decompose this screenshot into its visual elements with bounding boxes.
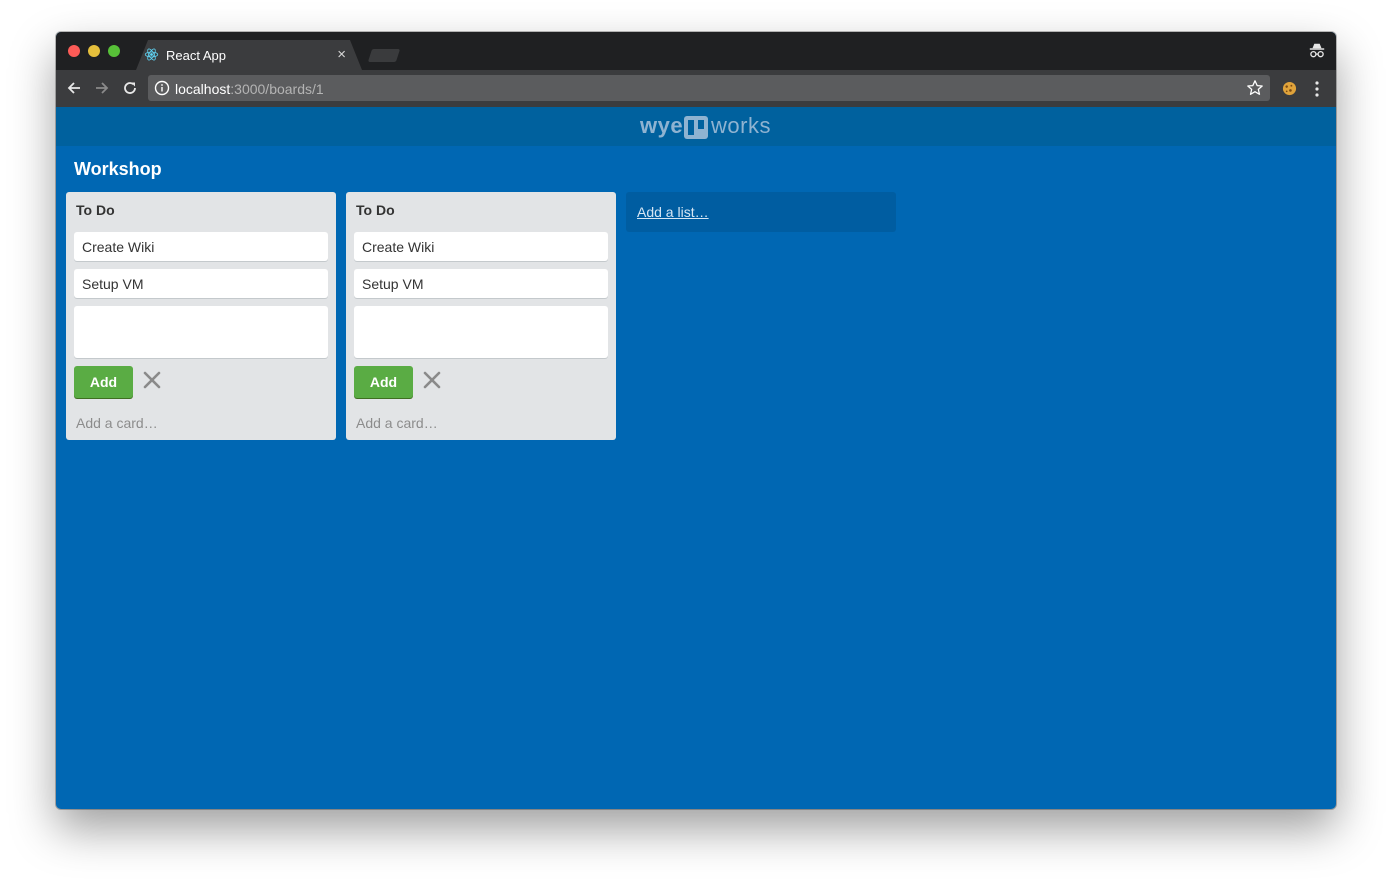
wyeworks-logo[interactable]: wye works <box>640 113 770 141</box>
menu-icon[interactable] <box>1310 80 1324 98</box>
logo-mark-icon <box>684 116 708 139</box>
browser-toolbar: localhost:3000/boards/1 <box>56 70 1336 108</box>
browser-window: React App × localhost:3000/boards/1 wye … <box>56 32 1336 809</box>
url-path: :3000/boards/1 <box>230 81 324 97</box>
app-header: wye works <box>56 107 1336 146</box>
info-icon[interactable] <box>154 80 170 96</box>
browser-tab[interactable]: React App × <box>136 40 362 70</box>
add-card-button[interactable]: Add <box>74 366 133 398</box>
add-card-link[interactable]: Add a card… <box>76 415 158 431</box>
close-icon[interactable]: × <box>337 46 346 64</box>
logo-text-right: works <box>711 113 771 138</box>
reload-icon[interactable] <box>120 78 140 98</box>
new-tab-button[interactable] <box>367 49 401 62</box>
url-host: localhost <box>175 81 231 97</box>
close-window-button[interactable] <box>68 45 80 57</box>
card[interactable]: Setup VM <box>354 269 608 298</box>
address-bar[interactable]: localhost:3000/boards/1 <box>148 75 1270 101</box>
maximize-window-button[interactable] <box>108 45 120 57</box>
minimize-window-button[interactable] <box>88 45 100 57</box>
add-card-link[interactable]: Add a card… <box>356 415 438 431</box>
new-card-textarea[interactable] <box>354 306 608 358</box>
tab-strip: React App × <box>56 32 1336 70</box>
tab-title: React App <box>166 48 226 63</box>
card[interactable]: Create Wiki <box>74 232 328 261</box>
star-icon[interactable] <box>1246 79 1264 97</box>
react-icon <box>144 47 159 62</box>
add-card-button[interactable]: Add <box>354 366 413 398</box>
list-title: To Do <box>356 202 395 218</box>
cookie-icon[interactable] <box>1282 81 1297 96</box>
list-title: To Do <box>76 202 115 218</box>
add-list-panel[interactable]: Add a list… <box>626 192 896 232</box>
card[interactable]: Create Wiki <box>354 232 608 261</box>
back-arrow-icon[interactable] <box>64 78 84 98</box>
cancel-icon[interactable] <box>142 370 162 390</box>
forward-arrow-icon[interactable] <box>92 78 112 98</box>
board-title: Workshop <box>74 159 162 179</box>
new-card-textarea[interactable] <box>74 306 328 358</box>
list-column: To Do Create Wiki Setup VM Add Add a car… <box>346 192 616 440</box>
url-text[interactable]: localhost:3000/boards/1 <box>175 81 324 97</box>
incognito-icon[interactable] <box>1308 42 1326 60</box>
cancel-icon[interactable] <box>422 370 442 390</box>
list-column: To Do Create Wiki Setup VM Add Add a car… <box>66 192 336 440</box>
add-list-link[interactable]: Add a list… <box>637 204 709 220</box>
card[interactable]: Setup VM <box>74 269 328 298</box>
logo-text-left: wye <box>640 113 684 138</box>
